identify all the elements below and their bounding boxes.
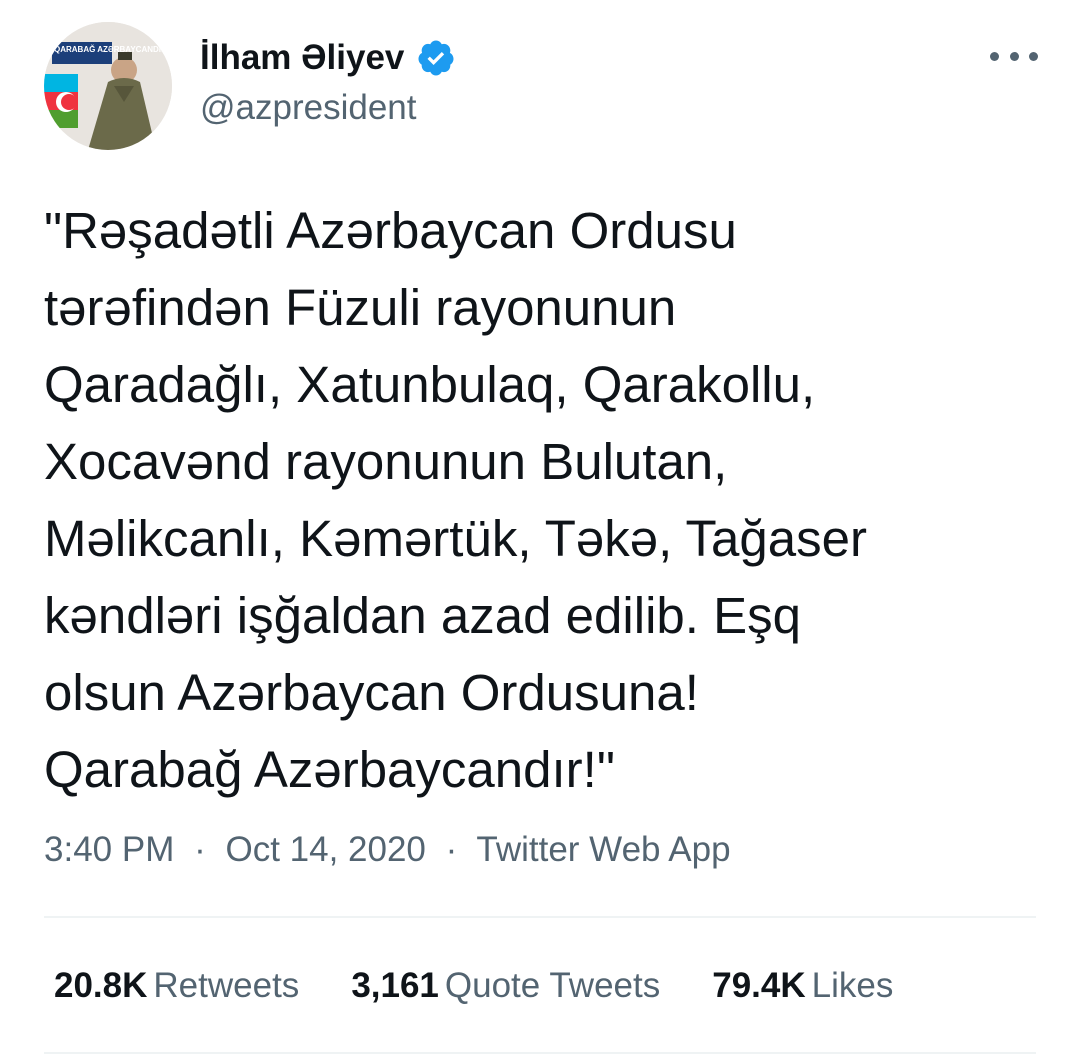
avatar-image: QARABAĞ AZƏRBAYCANDIR! [44,22,172,150]
tweet-text-line: Qarabağ Azərbaycandır!" [44,741,615,798]
tweet-text-line: Məlikcanlı, Kəmərtük, Təkə, Tağaser [44,510,867,567]
tweet-card: QARABAĞ AZƏRBAYCANDIR! İlham Əliyev @azp… [0,0,1080,1062]
likes-stat[interactable]: 79.4K Likes [712,962,893,1010]
tweet-text-line: Qaradağlı, Xatunbulaq, Qarakollu, [44,356,816,413]
quote-tweets-label: Quote Tweets [444,966,661,1005]
user-name-row: İlham Əliyev [200,36,456,80]
tweet-date[interactable]: Oct 14, 2020 [225,830,425,869]
quote-tweets-count: 3,161 [351,966,439,1005]
tweet-text-line: tərəfindən Füzuli rayonunun [44,279,677,336]
more-options-icon[interactable] [990,42,1038,70]
quote-tweets-stat[interactable]: 3,161 Quote Tweets [351,962,660,1010]
divider [44,1052,1036,1054]
divider [44,916,1036,918]
retweets-stat[interactable]: 20.8K Retweets [54,962,299,1010]
likes-label: Likes [811,966,894,1005]
avatar[interactable]: QARABAĞ AZƏRBAYCANDIR! [44,22,172,150]
retweets-label: Retweets [153,966,300,1005]
more-dot [1029,51,1038,61]
tweet-meta: 3:40 PM · Oct 14, 2020 · Twitter Web App [44,826,731,874]
verified-badge-icon [416,38,456,78]
tweet-time[interactable]: 3:40 PM [44,830,174,869]
likes-count: 79.4K [712,966,806,1005]
meta-separator: · [445,830,458,869]
more-dot [990,51,999,61]
more-dot [1009,51,1019,61]
tweet-source-link[interactable]: Twitter Web App [476,830,730,869]
tweet-text-line: kəndləri işğaldan azad edilib. Eşq [44,587,801,644]
retweets-count: 20.8K [54,966,148,1005]
tweet-stats: 20.8K Retweets 3,161 Quote Tweets 79.4K Lik… [54,962,945,1010]
tweet-text-line: Xocavənd rayonunun Bulutan, [44,433,728,490]
tweet-text: "Rəşadətli Azərbaycan Ordusu tərəfindən … [44,192,1054,808]
tweet-text-line: olsun Azərbaycan Ordusuna! [44,664,699,721]
tweet-text-line: "Rəşadətli Azərbaycan Ordusu [44,202,737,259]
avatar-badge-text: QARABAĞ AZƏRBAYCANDIR! [54,45,169,54]
user-handle[interactable]: @azpresident [200,86,416,130]
meta-separator: · [194,830,206,869]
display-name[interactable]: İlham Əliyev [200,36,404,80]
